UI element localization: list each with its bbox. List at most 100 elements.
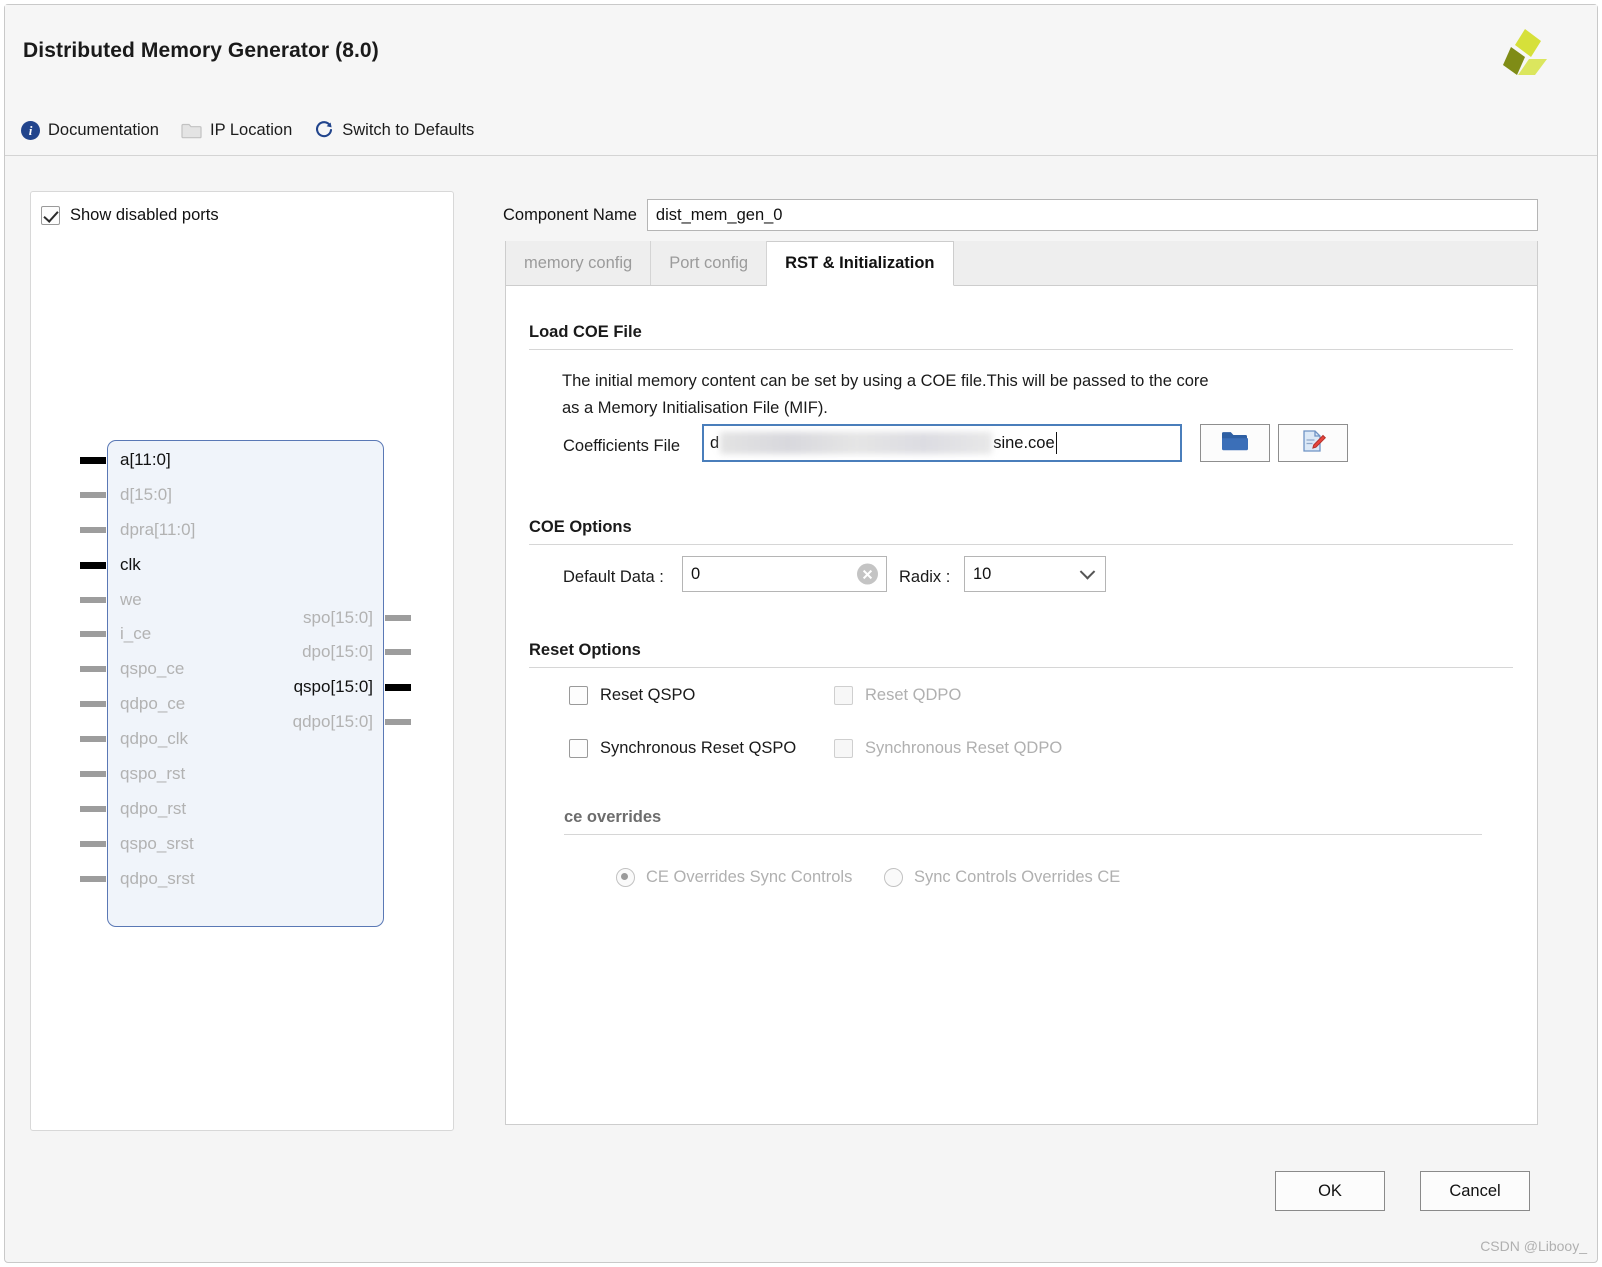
port-stub (80, 492, 106, 498)
port-label: qdpo[15:0] (292, 712, 373, 731)
ce-overrides-section-title: ce overrides (564, 808, 662, 826)
coefficients-file-input[interactable]: d sine.coe (702, 424, 1182, 462)
refresh-icon (314, 120, 334, 140)
port-label: qspo_rst (120, 764, 186, 783)
port-row-qdpo: qdpo[15:0] (108, 705, 411, 739)
port-row-clk: clk (80, 548, 383, 582)
sync-reset-qspo-label: Synchronous Reset QSPO (600, 739, 797, 757)
tab-label: RST & Initialization (785, 254, 935, 272)
checkbox-box (569, 739, 588, 758)
port-stub (385, 719, 411, 725)
page-title: Distributed Memory Generator (8.0) (23, 39, 379, 62)
ok-button[interactable]: OK (1275, 1171, 1385, 1211)
checkbox-box (834, 686, 853, 705)
port-stub (80, 806, 106, 812)
port-label: dpo[15:0] (302, 642, 373, 661)
component-name-row: Component Name dist_mem_gen_0 (503, 199, 1538, 231)
toolbar-switch-defaults[interactable]: Switch to Defaults (314, 120, 474, 140)
default-data-input[interactable]: 0 (682, 556, 887, 592)
port-stub (385, 683, 411, 691)
folder-open-icon (1221, 430, 1249, 457)
port-row-qdpo-srst: qdpo_srst (80, 862, 383, 896)
tab-content-rst-initialization: Load COE File The initial memory content… (506, 286, 1537, 1124)
toolbar: i Documentation IP Location Switch to De… (21, 113, 474, 147)
port-label: d[15:0] (120, 485, 172, 504)
port-row-spo: spo[15:0] (108, 601, 411, 635)
xilinx-logo (1503, 29, 1547, 75)
port-stub (80, 527, 106, 533)
checkbox-box (569, 686, 588, 705)
port-stub (80, 736, 106, 742)
chevron-down-icon (1079, 564, 1096, 580)
component-name-input[interactable]: dist_mem_gen_0 (646, 199, 1538, 231)
clear-circle-icon[interactable] (857, 563, 878, 585)
radix-select[interactable]: 10 (964, 556, 1106, 592)
cancel-button[interactable]: Cancel (1420, 1171, 1530, 1211)
tab-port-config[interactable]: Port config (651, 241, 768, 285)
default-data-label: Default Data : (563, 568, 664, 586)
dialog-header: Distributed Memory Generator (8.0) i Doc… (5, 5, 1597, 156)
component-name-label: Component Name (503, 205, 637, 224)
sync-reset-qdpo-checkbox: Synchronous Reset QDPO (834, 739, 1062, 758)
reset-qspo-label: Reset QSPO (600, 686, 696, 704)
reset-options-section-title: Reset Options (529, 641, 641, 659)
radio-ce-overrides-sync: CE Overrides Sync Controls (616, 868, 852, 887)
port-label: qdpo_rst (120, 799, 187, 818)
port-label: clk (120, 555, 141, 574)
radix-label: Radix : (899, 568, 951, 586)
port-stub (80, 876, 106, 882)
default-data-value: 0 (691, 564, 701, 583)
radio-button (616, 868, 635, 887)
port-label: qspo[15:0] (293, 677, 373, 696)
port-label: qdpo_srst (120, 869, 195, 888)
port-row-dpo: dpo[15:0] (108, 635, 411, 669)
reset-qdpo-label: Reset QDPO (865, 686, 962, 704)
document-edit-icon (1299, 429, 1327, 458)
radix-value: 10 (973, 564, 992, 583)
browse-coe-file-button[interactable] (1200, 424, 1270, 462)
port-label: spo[15:0] (303, 608, 373, 627)
port-stub (80, 841, 106, 847)
show-disabled-ports-label: Show disabled ports (70, 206, 219, 224)
load-coe-description-line2: as a Memory Initialisation File (MIF). (562, 399, 828, 417)
tab-strip-filler (953, 241, 1537, 285)
coefficients-file-value-suffix: sine.coe (993, 433, 1055, 452)
toolbar-switch-defaults-label: Switch to Defaults (342, 120, 475, 139)
checkbox-box (41, 206, 60, 225)
tab-strip: memory config Port config RST & Initiali… (506, 241, 1537, 286)
sync-reset-qspo-checkbox[interactable]: Synchronous Reset QSPO (569, 739, 796, 758)
port-label: qspo_srst (120, 834, 194, 853)
port-stub (80, 631, 106, 637)
section-divider (529, 544, 1513, 545)
toolbar-ip-location-label: IP Location (209, 120, 293, 139)
port-stub (385, 649, 411, 655)
toolbar-documentation[interactable]: i Documentation (21, 120, 159, 140)
load-coe-description-line1: The initial memory content can be set by… (562, 372, 1209, 390)
ip-config-dialog: Distributed Memory Generator (8.0) i Doc… (4, 4, 1598, 1263)
reset-qspo-checkbox[interactable]: Reset QSPO (569, 686, 695, 705)
reset-qdpo-checkbox: Reset QDPO (834, 686, 961, 705)
port-row-qspo: qspo[15:0] (108, 670, 411, 704)
radio-ce-overrides-sync-label: CE Overrides Sync Controls (646, 868, 853, 886)
watermark: CSDN @Libooy_ (1480, 1238, 1587, 1254)
port-stub (80, 561, 106, 569)
port-row-dpra: dpra[11:0] (80, 513, 383, 547)
edit-coe-file-button[interactable] (1278, 424, 1348, 462)
tab-rst-initialization[interactable]: RST & Initialization (767, 242, 954, 286)
checkbox-box (834, 739, 853, 758)
port-stub (385, 615, 411, 621)
tab-memory-config[interactable]: memory config (506, 241, 652, 285)
radio-button (884, 868, 903, 887)
section-divider (529, 349, 1513, 350)
show-disabled-ports-checkbox[interactable]: Show disabled ports (41, 206, 219, 225)
symbol-preview-panel: Show disabled ports a[11:0] d[15:0] dpra… (30, 191, 454, 1131)
port-row-qdpo-rst: qdpo_rst (80, 792, 383, 826)
toolbar-ip-location[interactable]: IP Location (181, 121, 292, 140)
load-coe-section-title: Load COE File (529, 323, 642, 341)
port-stub (80, 771, 106, 777)
sync-reset-qdpo-label: Synchronous Reset QDPO (865, 739, 1063, 757)
port-row-a: a[11:0] (80, 443, 383, 477)
port-stub (80, 666, 106, 672)
port-stub (80, 701, 106, 707)
port-label: a[11:0] (120, 450, 171, 469)
